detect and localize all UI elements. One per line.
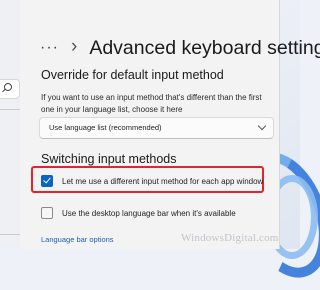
per-app-input-label: Let me use a different input method for … bbox=[62, 176, 264, 186]
sidebar-divider bbox=[0, 234, 20, 235]
sidebar-search-box[interactable] bbox=[0, 79, 20, 99]
desktop-language-bar-option[interactable]: Use the desktop language bar when it's a… bbox=[41, 207, 236, 219]
override-heading: Override for default input method bbox=[41, 68, 224, 82]
watermark: WindowsDigital.com bbox=[181, 232, 279, 244]
switching-heading: Switching input methods bbox=[41, 152, 177, 166]
per-app-input-checkbox[interactable] bbox=[41, 175, 53, 187]
desktop-language-bar-checkbox[interactable] bbox=[41, 207, 53, 219]
input-method-dropdown[interactable]: Use language list (recommended) bbox=[39, 117, 274, 139]
desktop-language-bar-label: Use the desktop language bar when it's a… bbox=[62, 208, 236, 218]
per-app-input-option[interactable]: Let me use a different input method for … bbox=[41, 175, 263, 187]
chevron-down-icon bbox=[257, 121, 267, 131]
search-icon bbox=[4, 83, 12, 91]
dropdown-value: Use language list (recommended) bbox=[49, 123, 162, 132]
breadcrumb: ··· › Advanced keyboard settings bbox=[40, 36, 320, 60]
language-bar-options-link[interactable]: Language bar options bbox=[41, 235, 114, 244]
sidebar-divider bbox=[0, 109, 20, 110]
page-title: Advanced keyboard settings bbox=[89, 36, 320, 59]
override-description: If you want to use an input method that'… bbox=[41, 93, 262, 114]
sidebar-edge bbox=[0, 0, 20, 249]
breadcrumb-overflow-button[interactable]: ··· bbox=[40, 39, 59, 57]
breadcrumb-chevron-icon: › bbox=[70, 36, 78, 57]
